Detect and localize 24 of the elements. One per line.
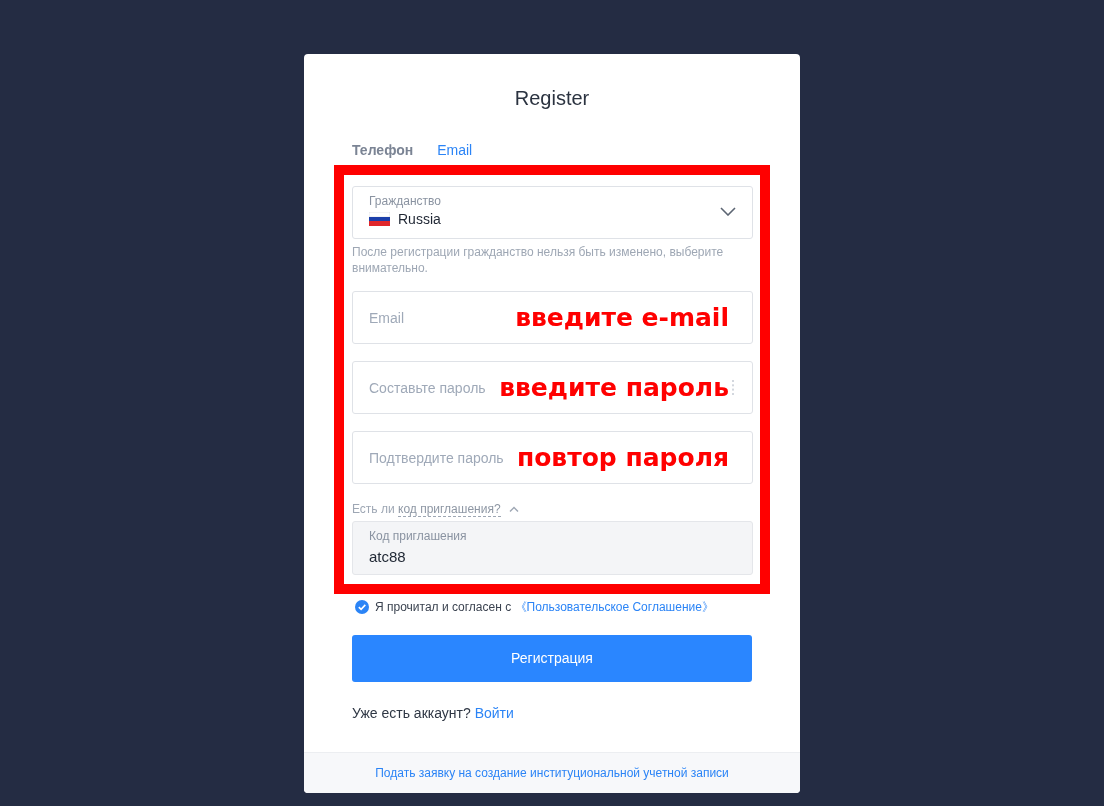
flag-icon [369,212,390,226]
user-agreement-link[interactable]: 《Пользовательское Соглашение》 [514,600,714,614]
register-button[interactable]: Регистрация [352,635,752,682]
checkbox[interactable] [355,600,369,614]
institutional-account-link[interactable]: Подать заявку на создание институциональной учетной записи [375,765,729,781]
login-link[interactable]: Войти [474,705,514,721]
agreement-text: Я прочитал и согласен с 《Пользовательское Соглашение》 [375,599,714,615]
field-label: Гражданство [369,194,441,209]
annotation-text: введите e-mail [515,302,729,333]
citizenship-select[interactable]: Гражданство Russia [352,186,753,239]
tab[interactable]: Телефон [352,140,414,160]
dialog-title: Register [514,86,590,110]
invite-code-link[interactable]: код приглашения? [398,502,501,517]
annotation-text: повтор пароля [516,442,729,473]
chevron-down-icon[interactable] [720,207,736,216]
annotation-text: введите пароль [499,372,729,403]
hint-text: После регистрации гражданство нельзя быть изменено, выберите внимательно. [352,244,725,276]
caret-up-icon[interactable] [508,506,519,512]
invite-question: Есть ли код приглашения? [352,501,501,517]
select-value: Russia [398,210,441,229]
dots-icon[interactable] [731,380,735,395]
field-label: Код приглашения [369,529,467,544]
tab[interactable]: Email [437,140,473,160]
login-prompt: Уже есть аккаунт? Войти [352,704,514,723]
